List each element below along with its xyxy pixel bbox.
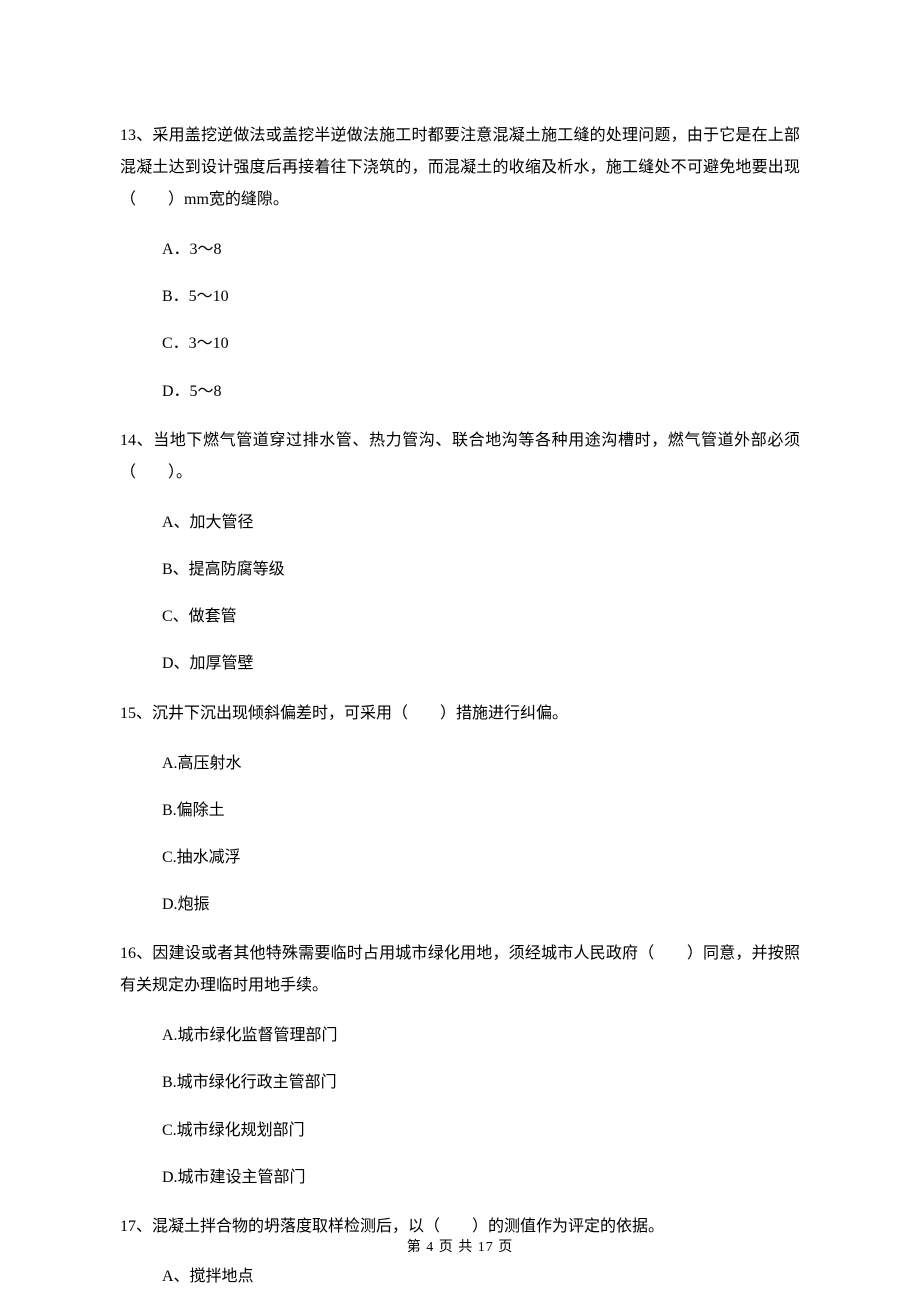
option-b: B.城市绿化行政主管部门 bbox=[162, 1067, 800, 1098]
option-c: C．3～10 bbox=[162, 328, 800, 359]
option-a: A.高压射水 bbox=[162, 748, 800, 779]
option-c: C.抽水减浮 bbox=[162, 842, 800, 873]
page-footer: 第 4 页 共 17 页 bbox=[0, 1236, 920, 1256]
option-b: B.偏除土 bbox=[162, 795, 800, 826]
option-a: A、加大管径 bbox=[162, 507, 800, 538]
option-a: A、搅拌地点 bbox=[162, 1261, 800, 1292]
option-b: B．5～10 bbox=[162, 281, 800, 312]
options-group: A．3～8 B．5～10 C．3～10 D．5～8 bbox=[120, 234, 800, 407]
question-stem: 14、当地下燃气管道穿过排水管、热力管沟、联合地沟等各种用途沟槽时，燃气管道外部… bbox=[120, 425, 800, 489]
option-d: D、加厚管壁 bbox=[162, 648, 800, 679]
option-a: A.城市绿化监督管理部门 bbox=[162, 1020, 800, 1051]
option-d: D.炮振 bbox=[162, 889, 800, 920]
page-container: 13、采用盖挖逆做法或盖挖半逆做法施工时都要注意混凝土施工缝的处理问题，由于它是… bbox=[0, 0, 920, 1302]
option-b: B、提高防腐等级 bbox=[162, 554, 800, 585]
option-c: C.城市绿化规划部门 bbox=[162, 1115, 800, 1146]
options-group: A.高压射水 B.偏除土 C.抽水减浮 D.炮振 bbox=[120, 748, 800, 921]
options-group: A、加大管径 B、提高防腐等级 C、做套管 D、加厚管壁 bbox=[120, 507, 800, 680]
option-d: D．5～8 bbox=[162, 376, 800, 407]
options-group: A.城市绿化监督管理部门 B.城市绿化行政主管部门 C.城市绿化规划部门 D.城… bbox=[120, 1020, 800, 1193]
option-a: A．3～8 bbox=[162, 234, 800, 265]
question-stem: 15、沉井下沉出现倾斜偏差时，可采用（ ）措施进行纠偏。 bbox=[120, 698, 800, 730]
option-d: D.城市建设主管部门 bbox=[162, 1162, 800, 1193]
option-c: C、做套管 bbox=[162, 601, 800, 632]
question-stem: 13、采用盖挖逆做法或盖挖半逆做法施工时都要注意混凝土施工缝的处理问题，由于它是… bbox=[120, 120, 800, 216]
question-stem: 16、因建设或者其他特殊需要临时占用城市绿化用地，须经城市人民政府（ ）同意，并… bbox=[120, 938, 800, 1002]
options-group: A、搅拌地点 bbox=[120, 1261, 800, 1292]
